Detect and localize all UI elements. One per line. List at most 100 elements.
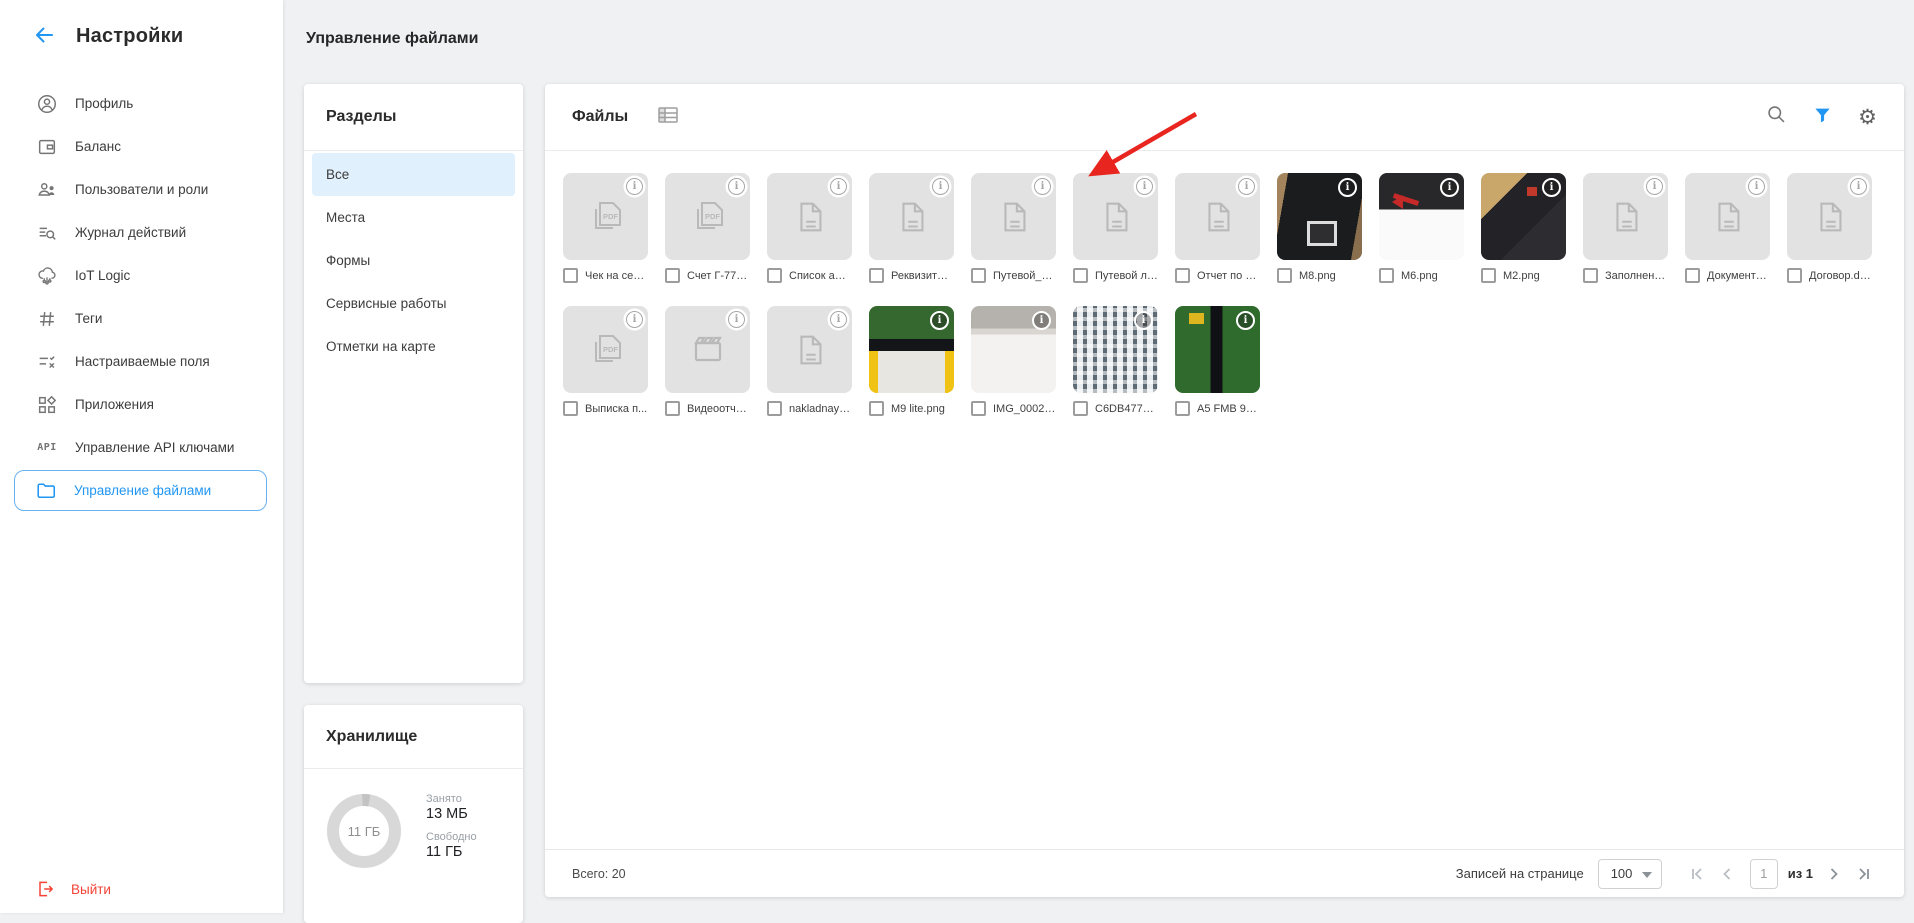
file-card[interactable]: i PDF Путевой_ли... xyxy=(971,173,1056,283)
file-card[interactable]: i PDF C6DB477F-... xyxy=(1073,306,1158,416)
file-info-icon[interactable]: i xyxy=(830,178,847,195)
sidebar-item-file-management[interactable]: Управление файлами xyxy=(14,470,267,511)
table-view-toggle[interactable] xyxy=(658,106,678,129)
file-info-icon[interactable]: i xyxy=(1034,178,1051,195)
file-thumbnail[interactable]: i PDF xyxy=(563,306,648,393)
sidebar-item-apps[interactable]: Приложения xyxy=(0,383,283,426)
file-info-icon[interactable]: i xyxy=(1542,178,1561,197)
file-info-icon[interactable]: i xyxy=(1134,311,1153,330)
file-checkbox[interactable] xyxy=(1175,401,1190,416)
file-checkbox[interactable] xyxy=(767,401,782,416)
file-info-icon[interactable]: i xyxy=(728,311,745,328)
file-thumbnail[interactable]: i PDF xyxy=(665,173,750,260)
filter-button[interactable] xyxy=(1813,105,1832,130)
file-card[interactable]: i PDF IMG_0002.j... xyxy=(971,306,1056,416)
file-info-icon[interactable]: i xyxy=(930,311,949,330)
sidebar-item-api-keys[interactable]: API Управление API ключами xyxy=(0,426,283,469)
logout-button[interactable]: Выйти xyxy=(0,869,283,909)
file-info-icon[interactable]: i xyxy=(1440,178,1459,197)
file-card[interactable]: i PDF Чек на сер... xyxy=(563,173,648,283)
file-info-icon[interactable]: i xyxy=(830,311,847,328)
sidebar-item-balance[interactable]: Баланс xyxy=(0,125,283,168)
file-thumbnail[interactable]: i PDF xyxy=(1073,173,1158,260)
file-checkbox[interactable] xyxy=(1583,268,1598,283)
file-thumbnail[interactable]: i PDF xyxy=(1787,173,1872,260)
file-thumbnail[interactable]: i PDF xyxy=(1685,173,1770,260)
file-checkbox[interactable] xyxy=(563,268,578,283)
file-info-icon[interactable]: i xyxy=(1748,178,1765,195)
file-info-icon[interactable]: i xyxy=(1850,178,1867,195)
file-checkbox[interactable] xyxy=(1481,268,1496,283)
last-page-button[interactable] xyxy=(1851,861,1877,887)
file-info-icon[interactable]: i xyxy=(1236,311,1255,330)
file-checkbox[interactable] xyxy=(1175,268,1190,283)
file-card[interactable]: i PDF Выписка п... xyxy=(563,306,648,416)
file-card[interactable]: i PDF M9 lite.png xyxy=(869,306,954,416)
file-card[interactable]: i PDF A5 FMB 920... xyxy=(1175,306,1260,416)
file-thumbnail[interactable]: i PDF xyxy=(1583,173,1668,260)
search-button[interactable] xyxy=(1766,104,1787,130)
file-info-icon[interactable]: i xyxy=(932,178,949,195)
file-info-icon[interactable]: i xyxy=(1136,178,1153,195)
file-thumbnail[interactable]: i PDF xyxy=(869,173,954,260)
sidebar-item-action-log[interactable]: Журнал действий xyxy=(0,211,283,254)
file-info-icon[interactable]: i xyxy=(1338,178,1357,197)
file-checkbox[interactable] xyxy=(665,268,680,283)
file-thumbnail[interactable]: i PDF xyxy=(1379,173,1464,260)
sidebar-item-tags[interactable]: Теги xyxy=(0,297,283,340)
file-card[interactable]: i PDF Список адр... xyxy=(767,173,852,283)
file-thumbnail[interactable]: i PDF xyxy=(971,173,1056,260)
file-card[interactable]: i PDF Счет Г-777... xyxy=(665,173,750,283)
file-info-icon[interactable]: i xyxy=(1032,311,1051,330)
section-item-service-works[interactable]: Сервисные работы xyxy=(312,282,515,325)
file-card[interactable]: i PDF M2.png xyxy=(1481,173,1566,283)
file-card[interactable]: i PDF Видеоотчет... xyxy=(665,306,750,416)
file-card[interactable]: i PDF Договор.do... xyxy=(1787,173,1872,283)
file-card[interactable]: i PDF Отчет по по... xyxy=(1175,173,1260,283)
file-thumbnail[interactable]: i PDF xyxy=(767,306,852,393)
file-checkbox[interactable] xyxy=(869,268,884,283)
file-card[interactable]: i PDF Документы... xyxy=(1685,173,1770,283)
file-checkbox[interactable] xyxy=(767,268,782,283)
file-checkbox[interactable] xyxy=(1073,268,1088,283)
file-checkbox[interactable] xyxy=(869,401,884,416)
per-page-select[interactable]: 100 xyxy=(1598,859,1662,889)
sidebar-item-custom-fields[interactable]: Настраиваемые поля xyxy=(0,340,283,383)
file-thumbnail[interactable]: i PDF xyxy=(1175,306,1260,393)
file-checkbox[interactable] xyxy=(1277,268,1292,283)
file-card[interactable]: i PDF nakladnaya.... xyxy=(767,306,852,416)
prev-page-button[interactable] xyxy=(1714,861,1740,887)
file-card[interactable]: i PDF Заполненн... xyxy=(1583,173,1668,283)
file-info-icon[interactable]: i xyxy=(1646,178,1663,195)
file-card[interactable]: i PDF M8.png xyxy=(1277,173,1362,283)
file-checkbox[interactable] xyxy=(971,268,986,283)
file-thumbnail[interactable]: i PDF xyxy=(1175,173,1260,260)
section-item-all[interactable]: Все xyxy=(312,153,515,196)
first-page-button[interactable] xyxy=(1684,861,1710,887)
file-card[interactable]: i PDF Реквизиты ... xyxy=(869,173,954,283)
next-page-button[interactable] xyxy=(1821,861,1847,887)
settings-button[interactable]: ⚙ xyxy=(1858,107,1877,128)
sidebar-item-users-roles[interactable]: Пользователи и роли xyxy=(0,168,283,211)
file-thumbnail[interactable]: i PDF xyxy=(971,306,1056,393)
file-thumbnail[interactable]: i PDF xyxy=(767,173,852,260)
file-checkbox[interactable] xyxy=(665,401,680,416)
file-thumbnail[interactable]: i PDF xyxy=(869,306,954,393)
file-info-icon[interactable]: i xyxy=(1238,178,1255,195)
file-card[interactable]: i PDF M6.png xyxy=(1379,173,1464,283)
page-number-input[interactable]: 1 xyxy=(1750,859,1778,889)
file-info-icon[interactable]: i xyxy=(626,311,643,328)
file-info-icon[interactable]: i xyxy=(728,178,745,195)
file-checkbox[interactable] xyxy=(1685,268,1700,283)
file-thumbnail[interactable]: i PDF xyxy=(1073,306,1158,393)
back-button[interactable] xyxy=(32,23,58,49)
file-checkbox[interactable] xyxy=(1379,268,1394,283)
file-info-icon[interactable]: i xyxy=(626,178,643,195)
file-checkbox[interactable] xyxy=(971,401,986,416)
file-checkbox[interactable] xyxy=(563,401,578,416)
section-item-places[interactable]: Места xyxy=(312,196,515,239)
file-checkbox[interactable] xyxy=(1073,401,1088,416)
file-thumbnail[interactable]: i PDF xyxy=(1277,173,1362,260)
file-thumbnail[interactable]: i PDF xyxy=(1481,173,1566,260)
file-checkbox[interactable] xyxy=(1787,268,1802,283)
